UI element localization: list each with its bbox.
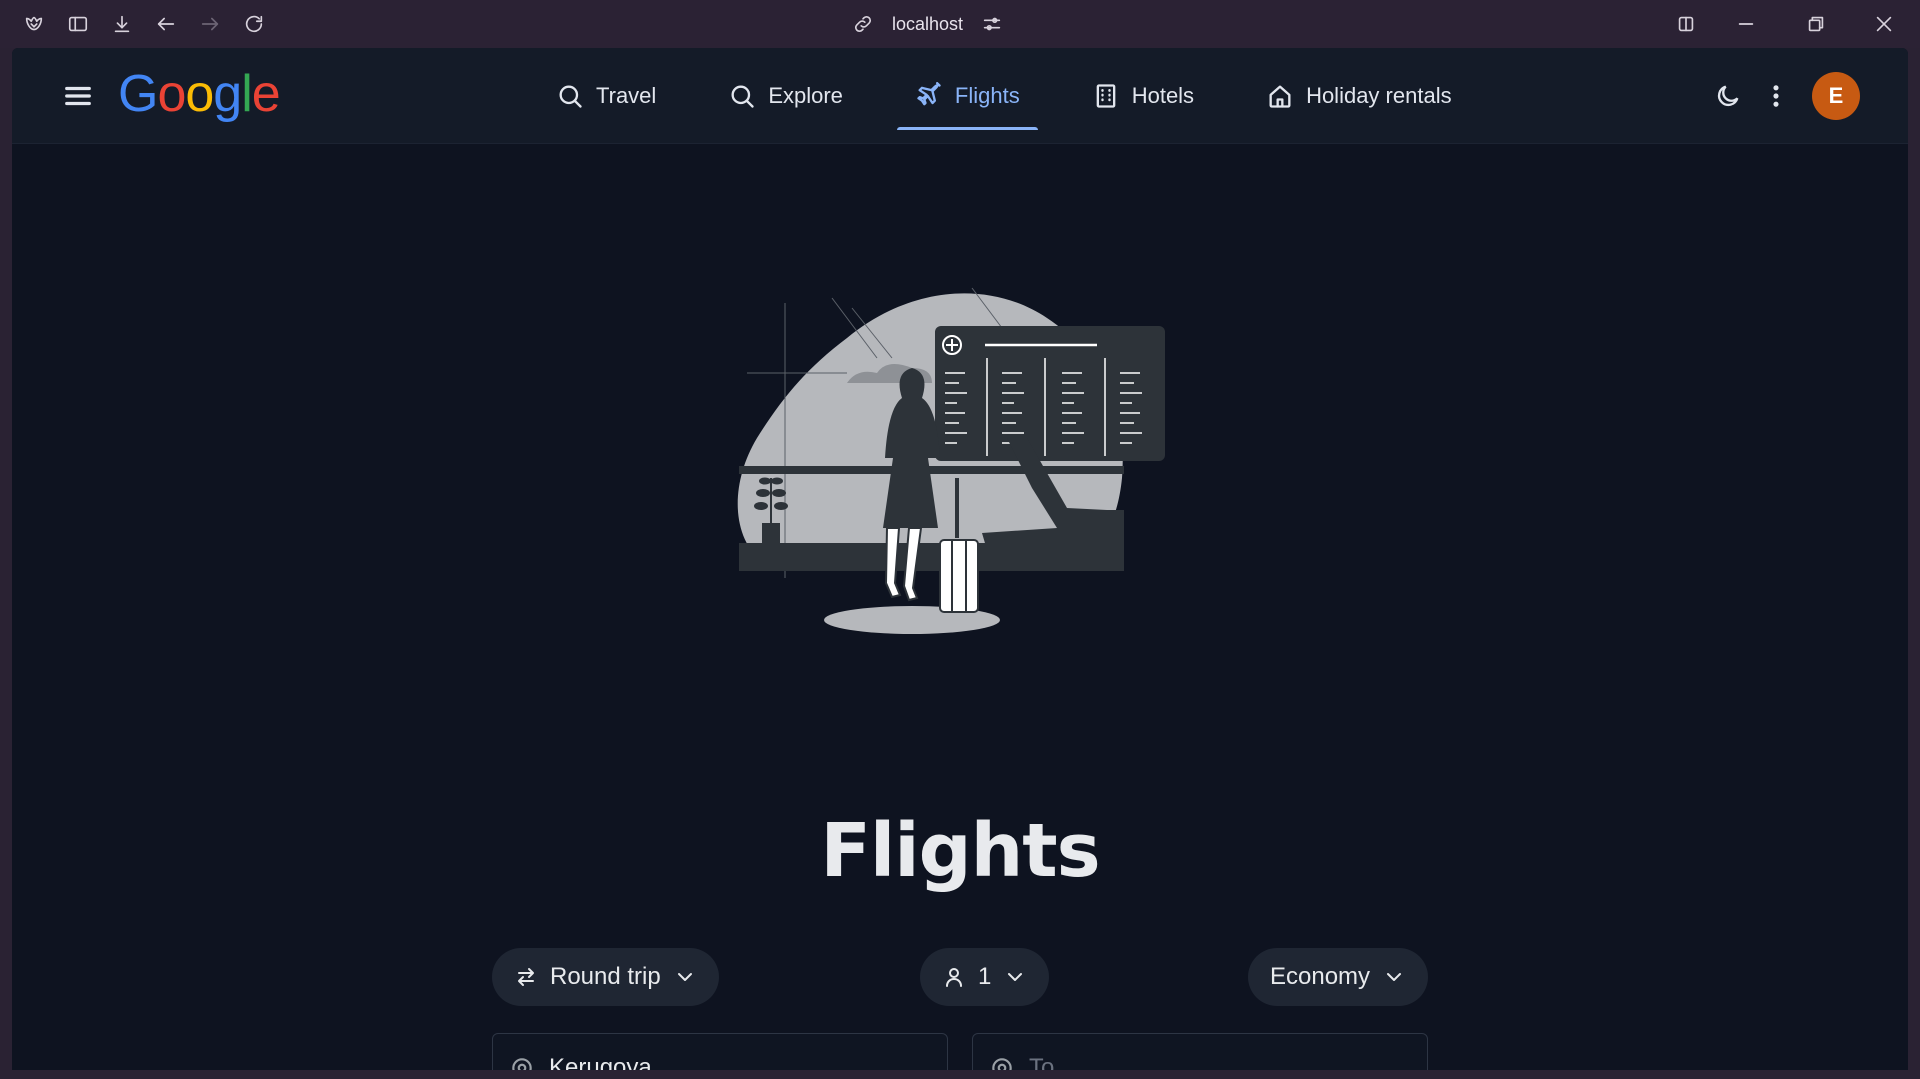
nav-flights[interactable]: Flights <box>896 48 1038 144</box>
from-value: Kerugoya <box>549 1054 652 1070</box>
close-icon[interactable] <box>1870 10 1898 38</box>
search-icon <box>559 85 582 108</box>
forward-arrow-icon[interactable] <box>196 10 224 38</box>
location-pin-icon <box>992 1058 1012 1070</box>
split-view-icon[interactable] <box>1672 10 1700 38</box>
to-field[interactable]: To <box>972 1033 1428 1070</box>
cabin-class-select[interactable]: Economy <box>1248 948 1429 1006</box>
page-viewport: Google Travel Explore Flights Hotels Hol… <box>12 48 1908 1070</box>
to-placeholder: To <box>1029 1054 1055 1070</box>
airport-illustration <box>737 287 1165 634</box>
nav-label: Explore <box>768 83 843 108</box>
chevron-down-icon <box>1008 973 1023 981</box>
logo-letter: G <box>118 65 158 123</box>
google-logo[interactable]: Google <box>118 64 281 124</box>
logo-letter: g <box>213 65 242 123</box>
nav-label: Travel <box>596 83 657 108</box>
browser-logo-icon[interactable] <box>20 10 48 38</box>
from-field[interactable]: Kerugoya <box>492 1033 948 1070</box>
person-icon <box>946 968 962 987</box>
address-text: localhost <box>892 13 964 34</box>
nav-label: Holiday rentals <box>1306 83 1452 108</box>
avatar[interactable]: E <box>1812 72 1860 120</box>
download-icon[interactable] <box>108 10 136 38</box>
chevron-down-icon <box>1387 973 1402 981</box>
building-icon <box>1096 84 1116 108</box>
passengers-select[interactable]: 1 <box>920 948 1050 1006</box>
swap-arrows-icon <box>518 968 534 986</box>
plane-icon <box>917 82 941 106</box>
browser-toolbar: localhost <box>0 0 1920 48</box>
more-vert-icon <box>1773 85 1779 107</box>
logo-letter: o <box>157 65 186 123</box>
address-bar[interactable]: localhost <box>852 10 1003 38</box>
search-icon <box>731 85 754 108</box>
dark-mode-toggle[interactable] <box>1704 72 1752 120</box>
sidebar-toggle-icon[interactable] <box>64 10 92 38</box>
back-arrow-icon[interactable] <box>152 10 180 38</box>
trip-type-select[interactable]: Round trip <box>492 948 719 1006</box>
app-header: Google Travel Explore Flights Hotels Hol… <box>12 48 1908 144</box>
site-settings-icon[interactable] <box>981 13 1003 35</box>
moon-icon <box>1717 85 1739 107</box>
trip-type-value: Round trip <box>550 963 661 990</box>
passengers-value: 1 <box>978 963 992 990</box>
location-pin-icon <box>512 1058 532 1070</box>
window-bottom-border <box>0 1070 1920 1079</box>
chevron-down-icon <box>677 973 692 981</box>
main-menu-icon[interactable] <box>60 78 96 114</box>
minimize-icon[interactable] <box>1732 10 1760 38</box>
nav-hotels[interactable]: Hotels <box>1074 48 1212 144</box>
logo-letter: l <box>241 65 253 123</box>
nav-holiday-rentals[interactable]: Holiday rentals <box>1248 48 1470 144</box>
house-icon <box>1269 85 1291 108</box>
logo-letter: e <box>251 65 281 123</box>
page-title: Flights <box>820 808 1100 894</box>
more-options-button[interactable] <box>1756 72 1796 120</box>
top-nav: Travel Explore Flights Hotels Holiday re… <box>538 48 1506 144</box>
cabin-class-value: Economy <box>1270 963 1371 990</box>
restore-icon[interactable] <box>1802 10 1830 38</box>
nav-explore[interactable]: Explore <box>710 48 861 144</box>
nav-travel[interactable]: Travel <box>538 48 674 144</box>
nav-label: Flights <box>954 83 1020 108</box>
reload-icon[interactable] <box>240 10 268 38</box>
link-icon <box>854 15 872 33</box>
nav-label: Hotels <box>1131 83 1195 108</box>
logo-letter: o <box>185 65 214 123</box>
